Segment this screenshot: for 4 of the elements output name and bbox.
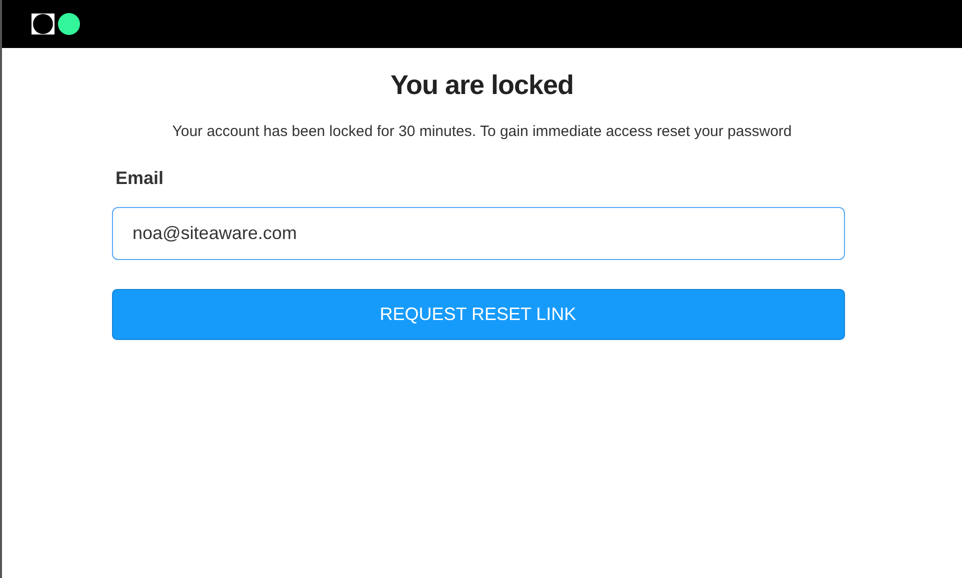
field-label: Email [116,168,165,189]
page-title: You are locked [390,70,574,101]
email-field[interactable]: noa@siteaware.com [112,207,844,260]
message-text: Your account has been locked for 30 minutes. To gain immediate access reset your password [172,123,792,140]
